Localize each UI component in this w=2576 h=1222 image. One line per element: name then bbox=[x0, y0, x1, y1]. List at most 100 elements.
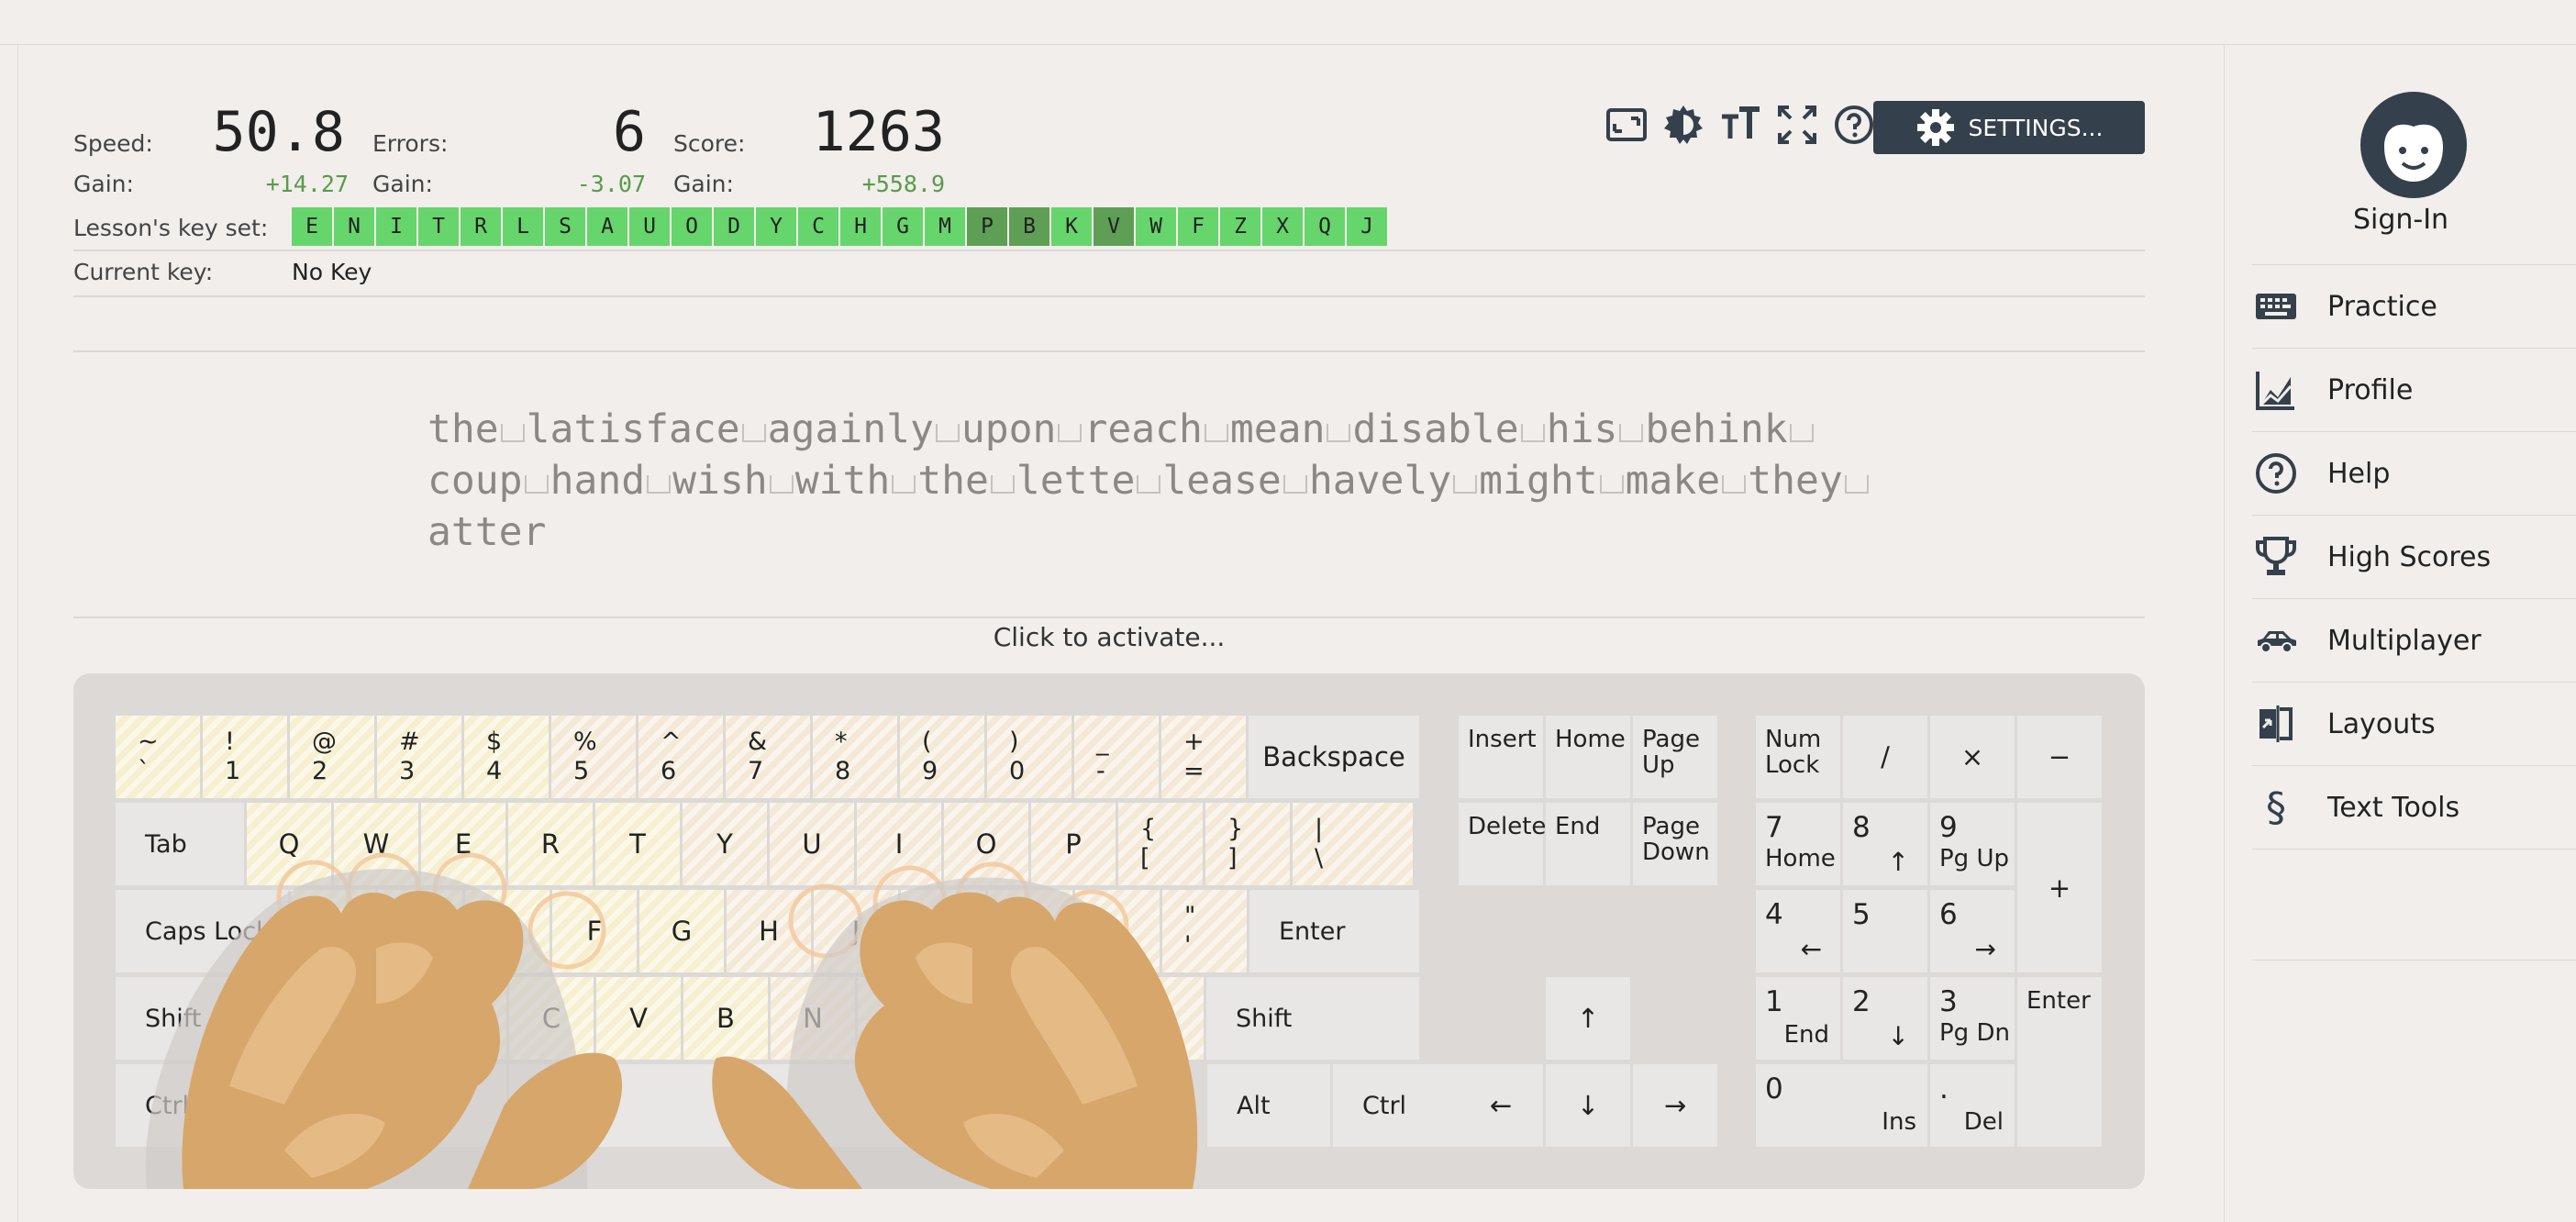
key-0[interactable]: ) 0 bbox=[987, 716, 1071, 798]
key-num-lock[interactable]: Num Lock bbox=[1756, 716, 1840, 798]
sign-in-link[interactable]: Sign-In bbox=[2225, 204, 2576, 236]
key-sym[interactable]: }] bbox=[1205, 803, 1290, 885]
key-sym[interactable]: :; bbox=[1075, 890, 1160, 972]
key-arrow-left[interactable]: ← bbox=[1459, 1064, 1543, 1147]
key-8[interactable]: * 8 bbox=[813, 716, 897, 798]
key-i[interactable]: I bbox=[857, 803, 941, 885]
key-num-3[interactable]: 3 Pg Dn bbox=[1930, 977, 2015, 1060]
settings-button[interactable]: SETTINGS... bbox=[1873, 101, 2145, 154]
theme-icon[interactable] bbox=[1660, 101, 1707, 149]
key-q[interactable]: Q bbox=[247, 803, 331, 885]
sidebar-item-practice[interactable]: Practice bbox=[2252, 264, 2576, 348]
key-r[interactable]: R bbox=[508, 803, 593, 885]
key-num-enter[interactable]: Enter bbox=[2017, 977, 2102, 1147]
key-caps-lock[interactable]: Caps Lock bbox=[116, 890, 288, 972]
key-l[interactable]: L bbox=[988, 890, 1072, 972]
sidebar-item-high-scores[interactable]: High Scores bbox=[2252, 515, 2576, 598]
key-sym[interactable]: <, bbox=[945, 977, 1029, 1060]
key-num-plus[interactable]: + bbox=[2017, 803, 2102, 972]
key-num-1[interactable]: 1 End bbox=[1756, 977, 1840, 1060]
key-j[interactable]: J bbox=[814, 890, 898, 972]
key-space[interactable] bbox=[509, 1064, 1142, 1147]
key-enter[interactable]: Enter bbox=[1249, 890, 1419, 972]
help-icon[interactable] bbox=[1830, 101, 1878, 149]
key-z[interactable]: Z bbox=[335, 977, 419, 1060]
key-num-5[interactable]: 5 bbox=[1843, 890, 1927, 972]
key-page-up[interactable]: Page Up bbox=[1633, 716, 1717, 798]
key-a[interactable]: A bbox=[291, 890, 375, 972]
key-e[interactable]: E bbox=[421, 803, 505, 885]
key-delete[interactable]: Delete bbox=[1459, 803, 1546, 885]
key-num-4[interactable]: 4 ← bbox=[1756, 890, 1840, 972]
key-m[interactable]: M bbox=[858, 977, 942, 1060]
key-arrow-down[interactable]: ↓ bbox=[1546, 1064, 1630, 1147]
avatar[interactable] bbox=[2359, 90, 2469, 200]
key-backspace[interactable]: Backspace bbox=[1249, 716, 1419, 798]
font-size-icon[interactable] bbox=[1716, 101, 1764, 149]
key--[interactable]: _ - bbox=[1074, 716, 1159, 798]
key-1[interactable]: ! 1 bbox=[203, 716, 287, 798]
key-7[interactable]: & 7 bbox=[726, 716, 810, 798]
key-alt-right[interactable]: Alt bbox=[1207, 1064, 1330, 1147]
key-num-0[interactable]: 0 Ins bbox=[1756, 1064, 1927, 1147]
key-end[interactable]: End bbox=[1546, 803, 1630, 885]
key-num-decimal[interactable]: . Del bbox=[1930, 1064, 2015, 1147]
key-arrow-up[interactable]: ↑ bbox=[1546, 977, 1630, 1060]
key-num-8[interactable]: 8 ↑ bbox=[1843, 803, 1927, 885]
key-o[interactable]: O bbox=[944, 803, 1028, 885]
sidebar-item-layouts[interactable]: Layouts bbox=[2252, 682, 2576, 765]
key-5[interactable]: % 5 bbox=[551, 716, 636, 798]
key-sym[interactable]: >. bbox=[1032, 977, 1116, 1060]
key-sym[interactable]: | \ bbox=[1293, 803, 1413, 885]
key-p[interactable]: P bbox=[1031, 803, 1116, 885]
key-y[interactable]: Y bbox=[683, 803, 767, 885]
key-g[interactable]: G bbox=[639, 890, 724, 972]
key-b[interactable]: B bbox=[683, 977, 768, 1060]
key-6[interactable]: ^ 6 bbox=[638, 716, 723, 798]
key-d[interactable]: D bbox=[465, 890, 550, 972]
key-num-2[interactable]: 2 ↓ bbox=[1843, 977, 1927, 1060]
key-4[interactable]: $4 bbox=[464, 716, 549, 798]
sidebar-item-profile[interactable]: Profile bbox=[2252, 348, 2576, 431]
key-9[interactable]: (9 bbox=[900, 716, 984, 798]
key-sym[interactable]: {[ bbox=[1118, 803, 1203, 885]
key-num-minus[interactable]: − bbox=[2017, 716, 2102, 798]
key-k[interactable]: K bbox=[901, 890, 985, 972]
key-=[interactable]: + = bbox=[1161, 716, 1246, 798]
key-num-divide[interactable]: / bbox=[1843, 716, 1927, 798]
key-home[interactable]: Home bbox=[1546, 716, 1630, 798]
key-ctrl-right[interactable]: Ctrl bbox=[1333, 1064, 1461, 1147]
key-x[interactable]: X bbox=[422, 977, 506, 1060]
key-tab[interactable]: Tab bbox=[116, 803, 244, 885]
key-alt-left[interactable] bbox=[378, 1064, 506, 1147]
key-sym[interactable]: ? / bbox=[1119, 977, 1204, 1060]
key-num-9[interactable]: 9 Pg Up bbox=[1930, 803, 2015, 885]
key-ctrl-left[interactable]: Ctrl bbox=[116, 1064, 244, 1147]
key-v[interactable]: V bbox=[596, 977, 681, 1060]
key-f[interactable]: F bbox=[552, 890, 637, 972]
key-h[interactable]: H bbox=[727, 890, 811, 972]
key-num-6[interactable]: 6 → bbox=[1930, 890, 2015, 972]
key-shift-left[interactable]: Shift bbox=[116, 977, 332, 1060]
sidebar-item-multiplayer[interactable]: Multiplayer bbox=[2252, 598, 2576, 682]
key-win-left[interactable] bbox=[247, 1064, 375, 1147]
key-2[interactable]: @2 bbox=[290, 716, 374, 798]
key-3[interactable]: #3 bbox=[377, 716, 461, 798]
activate-prompt[interactable]: Click to activate... bbox=[73, 622, 2145, 652]
key-s[interactable]: S bbox=[378, 890, 462, 972]
key-t[interactable]: T bbox=[595, 803, 680, 885]
key-sym[interactable]: " ' bbox=[1162, 890, 1247, 972]
sidebar-item-text-tools[interactable]: § Text Tools bbox=[2252, 765, 2576, 849]
key-num-7[interactable]: 7 Home bbox=[1756, 803, 1840, 885]
key-c[interactable]: C bbox=[509, 977, 594, 1060]
sidebar-item-help[interactable]: Help bbox=[2252, 431, 2576, 515]
key-u[interactable]: U bbox=[770, 803, 854, 885]
key-n[interactable]: N bbox=[771, 977, 855, 1060]
key-w[interactable]: W bbox=[334, 803, 418, 885]
key-page-down[interactable]: Page Down bbox=[1633, 803, 1717, 885]
key-shift-right[interactable]: Shift bbox=[1206, 977, 1419, 1060]
lesson-text[interactable]: the latisface againly upon reach mean disable h… bbox=[427, 404, 1895, 558]
key-arrow-right[interactable]: → bbox=[1633, 1064, 1717, 1147]
key-num-multiply[interactable]: × bbox=[1930, 716, 2015, 798]
fullscreen-icon[interactable] bbox=[1773, 101, 1821, 149]
